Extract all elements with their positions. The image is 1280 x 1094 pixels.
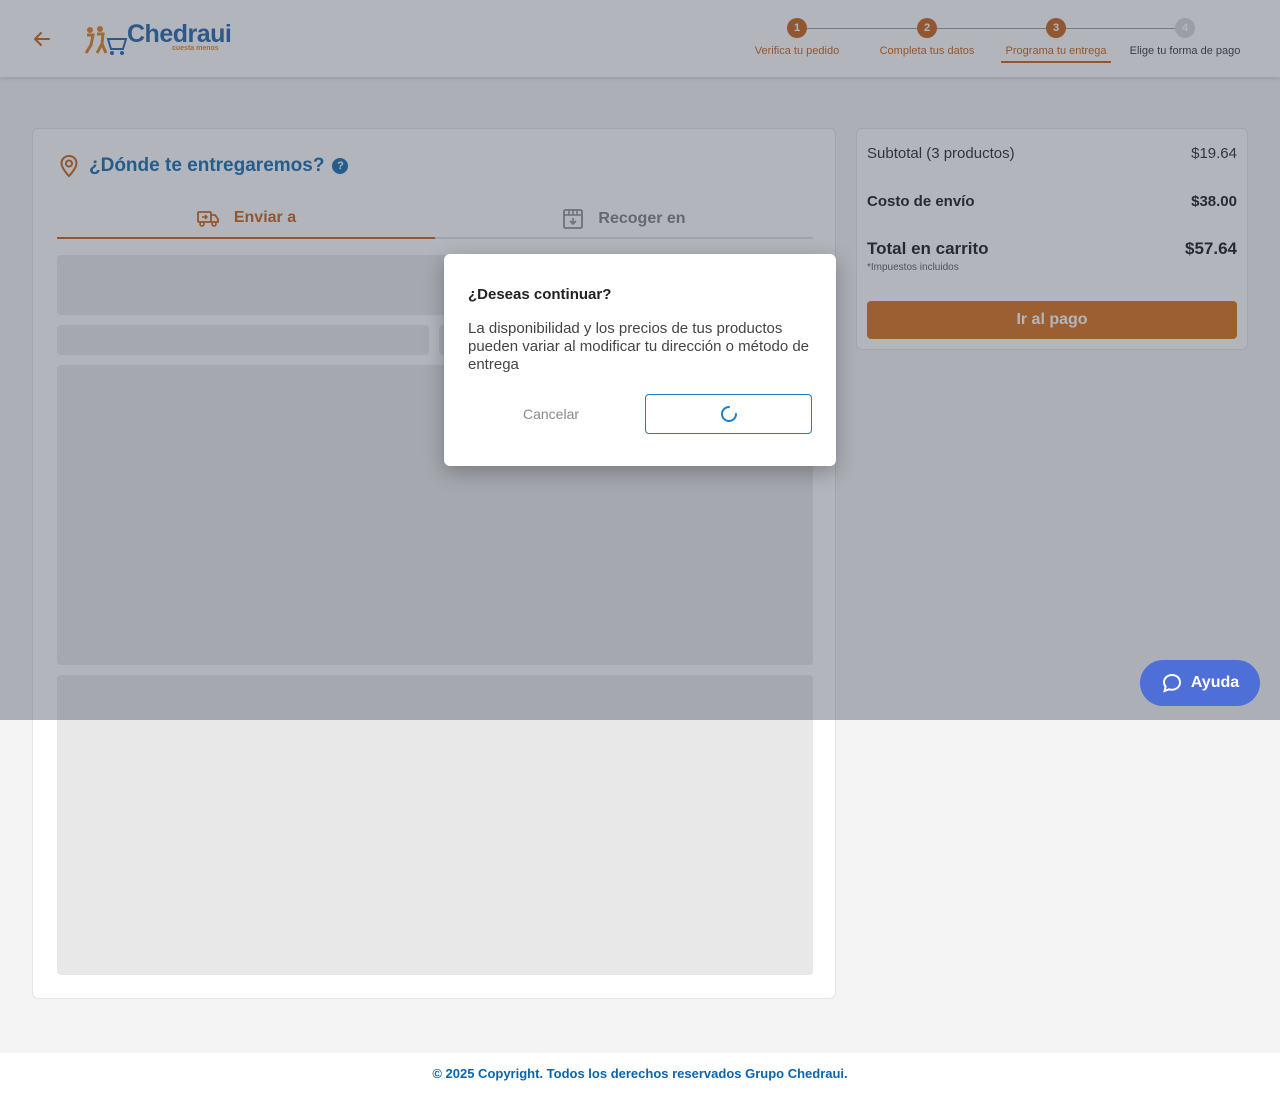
- chat-bubble-icon: [1162, 673, 1181, 693]
- footer: © 2025 Copyright. Todos los derechos res…: [0, 1053, 1280, 1094]
- help-label: Ayuda: [1190, 674, 1240, 691]
- confirm-button[interactable]: [645, 394, 812, 434]
- help-chat-button[interactable]: Ayuda: [1140, 660, 1260, 706]
- confirm-change-modal: ¿Deseas continuar? La disponibilidad y l…: [444, 254, 836, 466]
- loading-spinner-icon: [720, 406, 737, 422]
- modal-message: La disponibilidad y los precios de tus p…: [468, 320, 810, 373]
- modal-title: ¿Deseas continuar?: [468, 286, 612, 303]
- cancel-button[interactable]: Cancelar: [468, 394, 634, 434]
- loading-skeleton: [57, 675, 813, 975]
- copyright-text: © 2025 Copyright. Todos los derechos res…: [432, 1066, 848, 1081]
